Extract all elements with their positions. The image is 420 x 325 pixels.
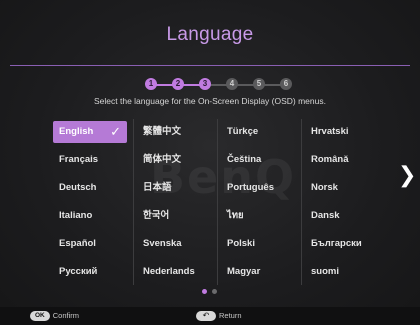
language-option-hrvatski[interactable]: Hrvatski	[305, 121, 379, 143]
language-option-korean[interactable]: 한국어	[137, 205, 211, 227]
checkmark-icon: ✓	[110, 124, 121, 139]
osd-screen: BenQ Language 1 2 3 4 5 6 Select the lan…	[0, 0, 420, 325]
language-option-polski[interactable]: Polski	[221, 233, 295, 255]
page-indicator	[202, 289, 222, 295]
language-option-simplified-chinese[interactable]: 简体中文	[137, 149, 211, 171]
language-option-norsk[interactable]: Norsk	[305, 177, 379, 199]
language-option-nederlands[interactable]: Nederlands	[137, 261, 211, 283]
step-2: 2	[172, 78, 184, 90]
language-option-romana[interactable]: Română	[305, 149, 379, 171]
language-option-magyar[interactable]: Magyar	[221, 261, 295, 283]
language-option-suomi[interactable]: suomi	[305, 261, 379, 283]
return-label: Return	[219, 311, 242, 320]
language-option-bulgarian[interactable]: Български	[305, 233, 379, 255]
language-label: English	[59, 126, 94, 137]
title-divider	[10, 65, 410, 66]
language-column-3: Türkçe Čeština Português ไทย Polski Magy…	[221, 119, 297, 285]
language-column-2: 繁體中文 简体中文 日本語 한국어 Svenska Nederlands	[137, 119, 213, 285]
language-column-1: English ✓ Français Deutsch Italiano Espa…	[53, 119, 129, 285]
next-page-arrow-icon[interactable]: ❯	[398, 162, 416, 188]
confirm-hint[interactable]: OK Confirm	[30, 310, 79, 322]
step-1: 1	[145, 78, 157, 90]
page-dot-active	[202, 289, 207, 294]
step-4: 4	[226, 78, 238, 90]
step-5: 5	[253, 78, 265, 90]
language-column-4: Hrvatski Română Norsk Dansk Български su…	[305, 119, 381, 285]
footer-bar: OK Confirm ↶ Return	[0, 307, 420, 325]
step-3: 3	[199, 78, 211, 90]
step-6: 6	[280, 78, 292, 90]
instruction-text: Select the language for the On-Screen Di…	[94, 96, 326, 106]
language-option-svenska[interactable]: Svenska	[137, 233, 211, 255]
setup-progress-steps: 1 2 3 4 5 6	[145, 78, 295, 92]
language-option-russian[interactable]: Русский	[53, 261, 127, 283]
language-option-deutsch[interactable]: Deutsch	[53, 177, 127, 199]
language-option-dansk[interactable]: Dansk	[305, 205, 379, 227]
language-option-english[interactable]: English ✓	[53, 121, 127, 143]
ok-key-icon: OK	[30, 311, 50, 322]
language-option-thai[interactable]: ไทย	[221, 205, 295, 227]
confirm-label: Confirm	[52, 311, 80, 320]
return-hint[interactable]: ↶ Return	[196, 310, 242, 322]
language-grid: English ✓ Français Deutsch Italiano Espa…	[53, 119, 371, 285]
return-arrow-icon: ↶	[196, 311, 216, 322]
language-option-portugues[interactable]: Português	[221, 177, 295, 199]
page-dot-inactive	[212, 289, 217, 294]
progress-line-pending	[203, 84, 289, 86]
language-option-traditional-chinese[interactable]: 繁體中文	[137, 121, 211, 143]
language-option-turkce[interactable]: Türkçe	[221, 121, 295, 143]
page-title: Language	[166, 24, 254, 45]
column-divider	[301, 119, 302, 285]
language-option-francais[interactable]: Français	[53, 149, 127, 171]
language-option-japanese[interactable]: 日本語	[137, 177, 211, 199]
language-option-espanol[interactable]: Español	[53, 233, 127, 255]
column-divider	[133, 119, 134, 285]
language-option-cestina[interactable]: Čeština	[221, 149, 295, 171]
column-divider	[217, 119, 218, 285]
language-option-italiano[interactable]: Italiano	[53, 205, 127, 227]
